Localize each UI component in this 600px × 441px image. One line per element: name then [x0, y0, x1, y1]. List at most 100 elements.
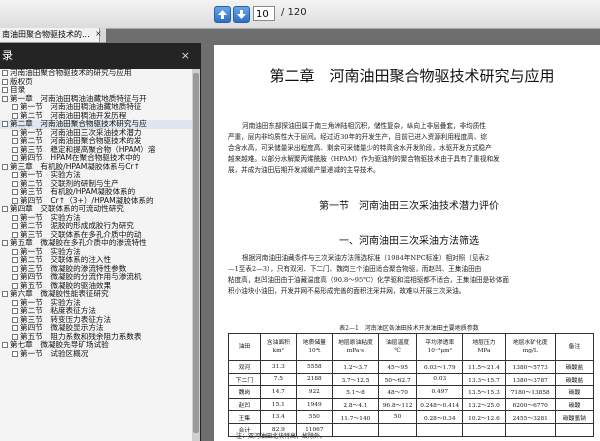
bookmark-icon — [12, 155, 18, 161]
bookmark-icon — [12, 189, 18, 195]
outline-item[interactable]: 版权页 — [0, 77, 192, 87]
table-header-cell: 油层温度 ℃ — [378, 333, 418, 361]
table-cell: 50 — [378, 410, 418, 424]
paragraph-line: 展，并成为油田后期开发减缓产量递减的主导技术。 — [228, 166, 380, 174]
bookmark-icon — [12, 231, 18, 238]
table-header-cell: 地质储量 10⁴t — [295, 333, 333, 361]
outline-item[interactable]: 第一节 试验区概况 — [0, 348, 192, 359]
bookmark-icon — [12, 325, 18, 331]
bookmark-icon — [12, 274, 18, 280]
bookmark-icon — [2, 291, 8, 297]
table-row: 魏岗 14.7 922 5.1～8 48～70 0.497 13.5～15.3 7180～13… — [228, 385, 595, 399]
table-cell: 碳酸氢钠 — [554, 410, 595, 424]
page-total-label: / 120 — [281, 7, 307, 18]
table-header-cell: 平均渗透率 10⁻³μm² — [416, 333, 464, 361]
bookmark-icon — [2, 78, 8, 85]
table-cell — [416, 422, 464, 437]
bookmark-icon — [12, 257, 18, 263]
page-number-input[interactable]: 10 — [253, 6, 275, 21]
bookmark-icon — [2, 342, 8, 348]
sidebar-scrollbar-thumb[interactable] — [193, 73, 199, 433]
document-tab[interactable]: 南油田聚合物驱技术的... — [0, 28, 100, 42]
bookmark-icon — [2, 206, 8, 212]
bookmark-icon — [12, 180, 18, 187]
paragraph-line: 河南油田东部探油田属于南三角洲陆相沉积，储性复杂，纵向上非层叠套，非均质性 — [242, 122, 486, 130]
table-cell: 3.7～12.5 — [331, 372, 380, 387]
bookmark-icon — [12, 223, 18, 229]
table-cell: 550 — [295, 410, 333, 424]
bookmark-icon — [12, 299, 18, 306]
table-cell — [331, 422, 380, 437]
table-header-cell: 含油面积 km² — [259, 333, 297, 361]
table-cell: 碳酸盐 — [554, 360, 595, 374]
bookmark-icon — [12, 172, 18, 178]
table-cell: 11.7～140 — [331, 410, 380, 424]
tab-close-icon[interactable]: × — [95, 29, 102, 38]
table-cell: 96.8～112 — [378, 397, 418, 412]
table-cell: 1380～5773 — [504, 360, 556, 374]
table-body: 双河 31.3 5558 1.2～3.7 45～95 0.03～1.79 11.5～21.4… — [228, 360, 595, 437]
table-cell: 2188 — [295, 372, 333, 387]
table-cell: 13.4 — [259, 410, 297, 424]
table-cell: 赵凹 — [228, 397, 261, 412]
sidebar-scrollbar[interactable] — [192, 69, 200, 441]
bookmark-icon — [12, 214, 18, 221]
pdf-page: 第二章 河南油田聚合物驱技术研究与应用 河南油田东部探油田属于南三角洲陆相沉积，… — [214, 45, 600, 441]
table-note: 注：双河油田北块特高，故除外。 — [236, 433, 327, 440]
table-header-cell: 地层原油粘度 mPa·s — [331, 333, 380, 361]
table-cell — [462, 422, 506, 437]
paragraph-line: 粘度高，赵凹油田由于油藏温度高（90.8～95℃）化学驱和混相驱都不适合，王集油… — [228, 276, 510, 284]
bookmark-icon — [12, 197, 18, 204]
bookmarks-sidebar: 录 × 河南油田聚合物驱技术的研究与应用 版权页 目录 第一章 河南油田稠油油藏地质特… — [0, 43, 201, 441]
table-cell: 5.1～8 — [331, 385, 380, 399]
table-cell: 13.2～25.0 — [462, 397, 506, 412]
table-cell: 45～95 — [378, 360, 418, 374]
next-page-button[interactable] — [233, 6, 250, 23]
geology-parameters-table: 油田 含油面积 km² 地质储量 10⁴t 地层原油粘度 mPa·s 油层温度 ℃ 平均渗透率 10… — [228, 333, 595, 437]
arrow-up-icon — [218, 10, 227, 19]
sidebar-close-icon[interactable]: × — [181, 43, 190, 69]
table-cell: 1380～3787 — [504, 372, 556, 387]
bookmark-icon — [2, 163, 8, 170]
table-cell: 0.03 — [416, 372, 464, 387]
bookmark-icon — [2, 240, 8, 246]
table-cell: 7.5 — [259, 372, 297, 387]
sidebar-title: 录 — [2, 49, 13, 62]
table-cell: 2.8～4.1 — [331, 397, 380, 412]
table-cell: 下二门 — [228, 372, 261, 387]
table-row: 王集 13.4 550 11.7～140 50 0.28～0.34 10.2～12.6 245… — [228, 410, 595, 424]
table-header-cell: 油田 — [228, 333, 261, 361]
table-cell: 魏岗 — [228, 385, 261, 399]
table-cell — [378, 422, 418, 437]
bookmark-icon — [12, 138, 18, 144]
table-cell: 王集 — [228, 410, 261, 424]
table-cell: 1949 — [295, 397, 333, 412]
section-title: 第一节 河南油田三次采油技术潜力评价 — [319, 201, 499, 212]
paragraph-line: 严重，层内非均质性大于层间。经过近30年的开发生产，目前已进入资源利用程度高、综 — [228, 133, 487, 141]
paragraph-line: 根据河南油田油藏条件与三次采油方法筛选标准（1984年NPC标准）相对照（见表2 — [242, 254, 490, 262]
table-cell: 2455～3281 — [504, 410, 556, 424]
table-cell: 31.3 — [259, 360, 297, 374]
previous-page-button[interactable] — [214, 6, 231, 23]
table-cell: 11.5～21.4 — [462, 360, 506, 374]
bookmark-icon — [2, 87, 8, 93]
outline-item-label: 第一节 试验区概况 — [20, 348, 89, 358]
table-cell: 5558 — [295, 360, 333, 374]
bookmark-icon — [12, 104, 18, 110]
table-cell: 1.2～3.7 — [331, 360, 380, 374]
tab-bar: 南油田聚合物驱技术的... — [0, 28, 106, 43]
chapter-title: 第二章 河南油田聚合物驱技术研究与应用 — [269, 67, 555, 85]
table-cell: 13.3～15.7 — [462, 372, 506, 387]
table-cell: 10.2～12.6 — [462, 410, 506, 424]
table-cell: 50～62.7 — [378, 372, 418, 387]
bookmark-icon — [2, 95, 8, 102]
arrow-down-icon — [237, 10, 246, 19]
table-header-cell: 地层压力 MPa — [462, 333, 506, 361]
table-header-cell: 备注 — [554, 333, 595, 361]
bookmark-icon — [12, 308, 18, 314]
table-cell: 6200～6770 — [504, 397, 556, 412]
table-cell: 48～70 — [378, 385, 418, 399]
bookmark-icon — [12, 265, 18, 272]
paragraph-line: 积小油块小油田，开发井网不易形成完善的面积注采井网，故难以开展三次采油。 — [228, 287, 466, 295]
bookmark-icon — [12, 350, 18, 357]
